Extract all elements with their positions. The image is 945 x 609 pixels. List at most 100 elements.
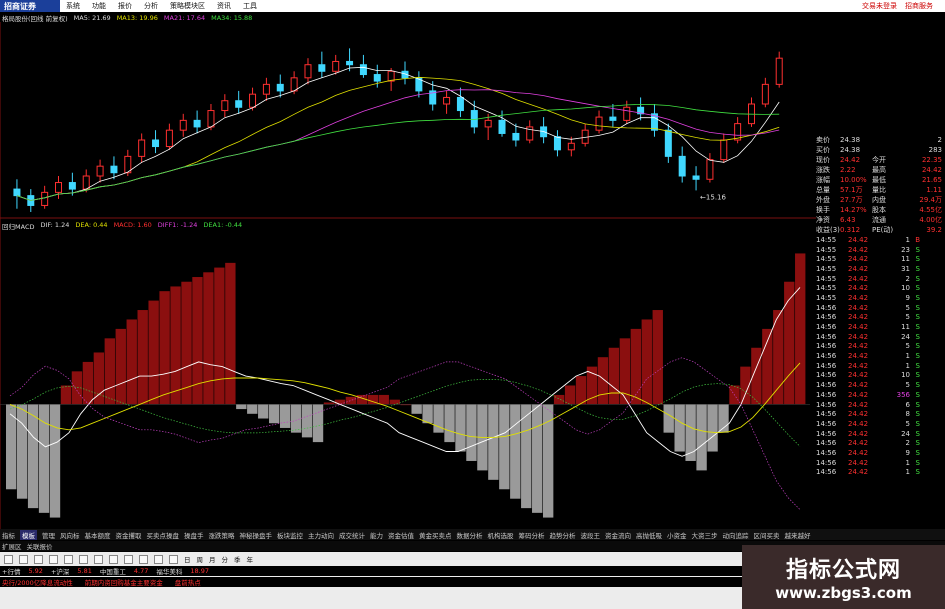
tick-volume: 23: [901, 245, 910, 254]
indicator-tab[interactable]: 模板: [20, 529, 37, 540]
ticker-name[interactable]: +沪深: [51, 566, 69, 576]
menu-item[interactable]: 工具: [243, 1, 257, 11]
ticker-name[interactable]: 福华美科: [156, 566, 182, 576]
dif-readout: DIF: 1.24: [40, 221, 70, 229]
menu-item[interactable]: 策略模块区: [170, 1, 205, 11]
quote-row: 现价 24.42 今开 22.35: [816, 155, 945, 165]
quote-label: 涨跌: [816, 166, 830, 174]
extension-tab[interactable]: 关联报价: [27, 541, 53, 551]
indicator-tab[interactable]: 板块监控: [277, 530, 303, 540]
indicator-tab[interactable]: 机构选股: [488, 530, 514, 540]
candle-body: [152, 139, 160, 148]
news-item[interactable]: 前期内资回购基金主要资金: [85, 577, 163, 587]
toolbar-button-icon[interactable]: [49, 554, 58, 564]
indicator-tab[interactable]: 黄金买卖点: [419, 530, 452, 540]
quote-value: 2: [937, 136, 942, 144]
toolbar-button-icon[interactable]: [79, 554, 88, 564]
indicator-tab[interactable]: 动向追踪: [723, 530, 749, 540]
period-button[interactable]: 年: [247, 554, 254, 564]
macd-bar: [652, 310, 663, 405]
period-button[interactable]: 周: [197, 554, 204, 564]
tick-time: 14:55: [816, 255, 837, 264]
quote-row: 涨跌 2.22 最高 24.42: [816, 165, 945, 175]
candle-body: [96, 165, 104, 177]
tick-price: 24.42: [848, 381, 869, 390]
indicator-tab[interactable]: 数据分析: [457, 530, 483, 540]
quote-value: 21.65: [921, 176, 942, 184]
tick-time: 14:56: [816, 468, 837, 477]
indicator-tab[interactable]: 小资金: [667, 530, 687, 540]
indicator-tab[interactable]: 高抛低吸: [636, 530, 662, 540]
indicator-tab[interactable]: 资金攫取: [116, 530, 142, 540]
period-button[interactable]: 季: [234, 554, 241, 564]
candle-body: [720, 139, 728, 161]
toolbar-button-icon[interactable]: [109, 554, 118, 564]
ticker-name[interactable]: 中国重工: [100, 566, 126, 576]
period-button[interactable]: 分: [222, 554, 229, 564]
tick-row: 14:56 24.42 1 S: [816, 468, 945, 478]
macd-bar: [784, 281, 795, 405]
indicator-tab[interactable]: 神秘操盘手: [240, 530, 273, 540]
quote-label: 股本: [872, 206, 886, 214]
indicator-tab[interactable]: 波段王: [581, 530, 601, 540]
chart-area[interactable]: ←15.16 20.0019.0018.0017.0016.001.601.40…: [0, 22, 816, 529]
toolbar-button-icon[interactable]: [34, 554, 43, 564]
macd-bar: [49, 404, 61, 518]
tick-row: 14:56 24.42 24 S: [816, 332, 945, 342]
macd-bar: [38, 404, 50, 513]
toolbar-button-icon[interactable]: [94, 554, 103, 564]
menu-item[interactable]: 报价: [118, 1, 132, 11]
quote-value: 24.38: [840, 146, 861, 154]
candle-body: [207, 110, 215, 128]
indicator-tab[interactable]: 区间买卖: [754, 530, 780, 540]
toolbar-button-icon[interactable]: [64, 554, 73, 564]
indicator-tab[interactable]: 资金估值: [388, 530, 414, 540]
news-item[interactable]: 央行/2000亿降息流动性: [2, 577, 73, 587]
news-item[interactable]: 盘前热点: [175, 577, 201, 587]
tick-row: 14:56 24.42 1 S: [816, 361, 945, 371]
toolbar-button-icon[interactable]: [139, 554, 148, 564]
indicator-tab[interactable]: 买卖点操盘: [147, 530, 180, 540]
macd-bar: [707, 404, 718, 452]
toolbar-button-icon[interactable]: [4, 554, 13, 564]
tick-row: 14:55 24.42 1 B: [816, 235, 945, 245]
indicator-tab[interactable]: 筹码分析: [519, 530, 545, 540]
tick-price: 24.42: [848, 390, 869, 399]
menu-item[interactable]: 系统: [66, 1, 80, 11]
toolbar-button-icon[interactable]: [19, 554, 28, 564]
indicator-tab[interactable]: 基本额度: [85, 530, 111, 540]
macd-bar: [586, 366, 598, 405]
extension-tab[interactable]: 扩展区: [2, 541, 22, 551]
indicator-tab[interactable]: 风向标: [60, 530, 80, 540]
tick-price: 24.42: [848, 313, 869, 322]
toolbar-button-icon[interactable]: [124, 554, 133, 564]
tick-direction: S: [915, 400, 920, 409]
indicator-tab[interactable]: 涨跌策略: [209, 530, 235, 540]
indicator-tab[interactable]: 指标: [2, 530, 15, 540]
period-button[interactable]: 月: [209, 554, 216, 564]
period-button[interactable]: 日: [184, 554, 191, 564]
indicator-tab[interactable]: 操盘手: [184, 530, 204, 540]
tick-volume: 5: [905, 313, 910, 322]
menu-right-item[interactable]: 交易未登录: [862, 1, 897, 11]
tick-price: 24.42: [848, 255, 869, 264]
macd-bar: [674, 404, 685, 452]
quote-value: 4.00亿: [919, 216, 942, 224]
indicator-tab[interactable]: 主力动向: [308, 530, 334, 540]
indicator-tab[interactable]: 管理: [42, 530, 55, 540]
ticker-name[interactable]: +行情: [2, 566, 20, 576]
indicator-tab[interactable]: 越来越好: [785, 530, 811, 540]
menu-item[interactable]: 资讯: [217, 1, 231, 11]
menu-item[interactable]: 功能: [92, 1, 106, 11]
indicator-tab[interactable]: 能力: [370, 530, 383, 540]
toolbar-button-icon[interactable]: [154, 554, 163, 564]
menu-item[interactable]: 分析: [144, 1, 158, 11]
tick-list[interactable]: 14:55 24.42 1 B 14:55 24.42 23 S 14:55 24.42 11 S 14…: [816, 235, 945, 477]
indicator-tab[interactable]: 成交统计: [339, 530, 365, 540]
indicator-tab[interactable]: 趋势分析: [550, 530, 576, 540]
indicator-tab[interactable]: 资金流向: [605, 530, 631, 540]
toolbar-button-icon[interactable]: [169, 554, 178, 564]
menu-right-item[interactable]: 招商服务: [905, 1, 933, 11]
macd-name[interactable]: 回归MACD: [2, 221, 34, 231]
indicator-tab[interactable]: 大资三步: [692, 530, 718, 540]
